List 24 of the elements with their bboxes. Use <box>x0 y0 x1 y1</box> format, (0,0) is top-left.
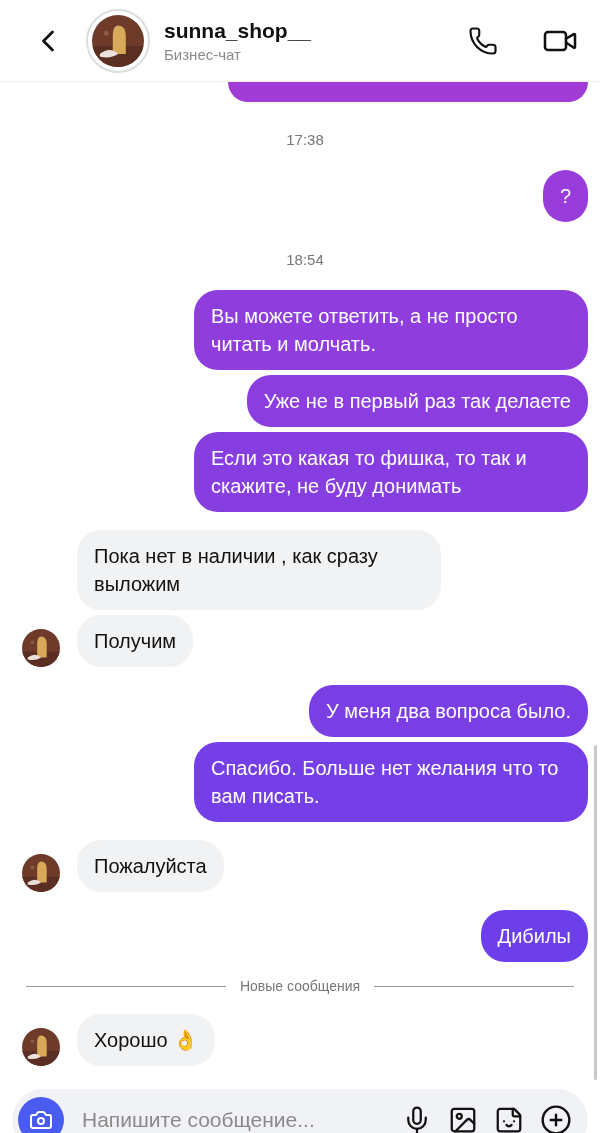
avatar[interactable] <box>86 8 150 73</box>
sent-message: Если это какая то фишка, то так и скажите, не буду донимать <box>194 432 588 512</box>
camera-button[interactable] <box>18 1097 64 1133</box>
camera-icon <box>29 1108 53 1132</box>
message-field[interactable]: Напишите сообщение... <box>80 1107 386 1133</box>
sent-message: Дибилы <box>480 910 588 962</box>
received-message: Хорошо 👌 <box>77 1014 216 1066</box>
sticker-icon[interactable] <box>494 1105 524 1133</box>
chat-type: Бизнес-чат <box>164 45 242 63</box>
new-messages-label: Новые сообщения <box>239 978 361 994</box>
received-message: Пока нет в наличии , как сразу выложим <box>77 530 441 610</box>
image-icon[interactable] <box>448 1105 478 1133</box>
sent-message: У меня два вопроса было. <box>309 685 588 737</box>
sent-message: Уже не в первый раз так делаете <box>246 375 588 427</box>
phone-icon[interactable] <box>468 25 498 56</box>
timestamp: 18:54 <box>286 250 324 270</box>
sent-message: Вы можете ответить, а не просто читать и молчать. <box>194 290 588 370</box>
received-message: Получим <box>77 615 194 667</box>
add-icon[interactable] <box>540 1104 572 1133</box>
sent-message: ? <box>542 170 588 222</box>
received-message: Пожалуйста <box>77 840 224 892</box>
timestamp: 17:38 <box>286 130 324 150</box>
sent-message: Спасибо. Больше нет желания что то вам писать. <box>194 742 588 822</box>
contact-name: sunna_shop__ <box>164 18 313 43</box>
